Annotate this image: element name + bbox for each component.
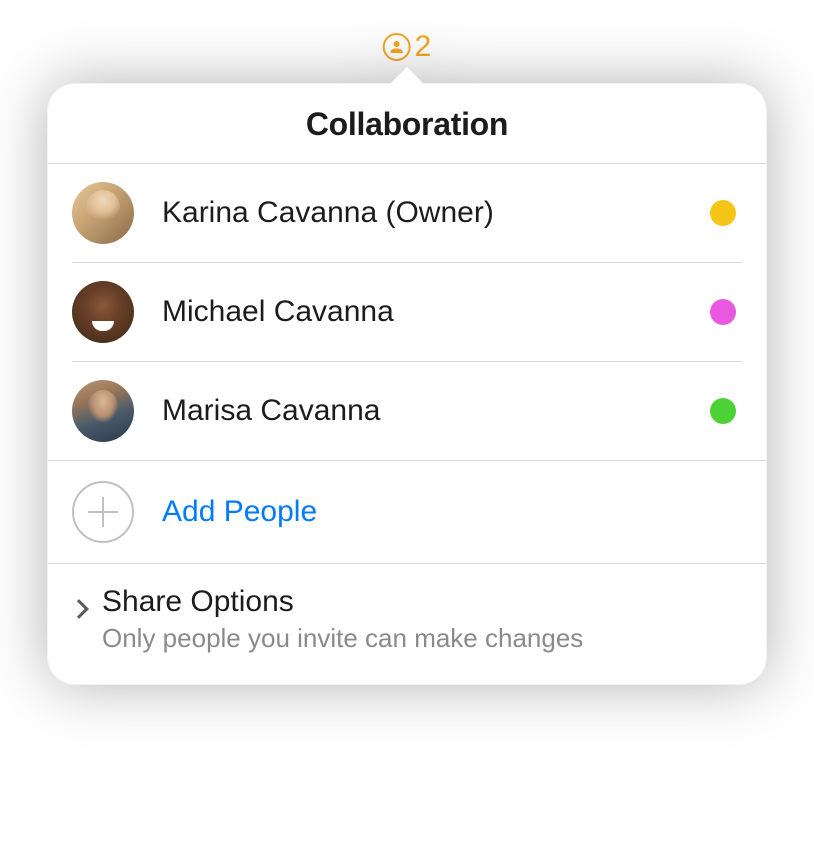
plus-icon — [72, 481, 134, 543]
avatar — [72, 182, 134, 244]
avatar — [72, 380, 134, 442]
collaboration-popover: Collaboration Karina Cavanna (Owner) Mic… — [47, 65, 767, 685]
collaborator-count: 2 — [415, 30, 432, 64]
status-dot — [710, 200, 736, 226]
person-row[interactable]: Michael Cavanna — [72, 263, 742, 362]
person-row[interactable]: Karina Cavanna (Owner) — [72, 164, 742, 263]
share-options-subtitle: Only people you invite can make changes — [102, 622, 583, 656]
status-dot — [710, 398, 736, 424]
popover-header: Collaboration — [48, 84, 766, 164]
person-name: Karina Cavanna (Owner) — [162, 196, 710, 230]
person-name: Michael Cavanna — [162, 295, 710, 329]
person-icon — [383, 33, 411, 61]
avatar — [72, 281, 134, 343]
share-options-title: Share Options — [102, 584, 583, 620]
share-options-text: Share Options Only people you invite can… — [102, 584, 583, 656]
person-row[interactable]: Marisa Cavanna — [72, 362, 742, 460]
popover-title: Collaboration — [48, 106, 766, 143]
chevron-right-icon — [72, 600, 88, 616]
popover-arrow — [390, 65, 424, 83]
people-list: Karina Cavanna (Owner) Michael Cavanna M… — [48, 164, 766, 460]
add-people-button[interactable]: Add People — [48, 460, 766, 564]
collaboration-trigger[interactable]: 2 — [383, 30, 432, 64]
person-name: Marisa Cavanna — [162, 394, 710, 428]
status-dot — [710, 299, 736, 325]
share-options-button[interactable]: Share Options Only people you invite can… — [48, 564, 766, 684]
add-people-label: Add People — [162, 495, 317, 529]
